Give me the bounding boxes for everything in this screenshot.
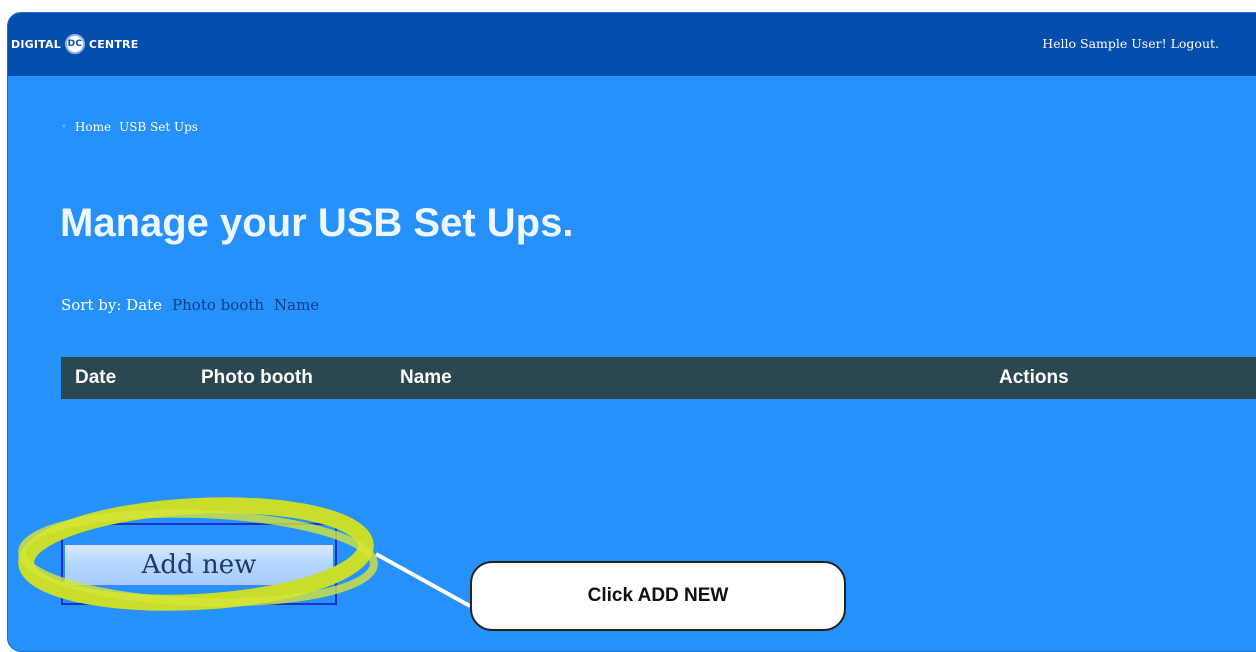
add-new-button[interactable]: Add new	[65, 545, 333, 585]
table-header: Date Photo booth Name Actions	[61, 357, 1256, 399]
column-header-actions: Actions	[999, 367, 1069, 388]
column-header-photo-booth[interactable]: Photo booth	[201, 367, 313, 389]
brand-logo[interactable]: DIGITAL DC CENTRE	[11, 33, 138, 55]
add-new-container: Add new	[61, 523, 337, 605]
app-window: DIGITAL DC CENTRE Hello Sample User! Log…	[7, 12, 1256, 652]
breadcrumb-current: USB Set Ups	[119, 120, 198, 134]
breadcrumb-bullet-icon: •	[61, 121, 67, 133]
column-header-date[interactable]: Date	[75, 367, 116, 389]
logo-text-right: CENTRE	[88, 37, 139, 51]
instruction-callout: Click ADD NEW	[470, 561, 846, 631]
sort-label: Sort by: Date	[61, 296, 163, 314]
sort-by-name-link[interactable]: Name	[274, 296, 319, 314]
column-header-name[interactable]: Name	[400, 367, 452, 389]
breadcrumb: • Home USB Set Ups	[61, 120, 198, 134]
user-greeting-logout-link[interactable]: Hello Sample User! Logout.	[1042, 36, 1219, 51]
sort-bar: Sort by: Date Photo booth Name	[61, 296, 319, 314]
top-bar: DIGITAL DC CENTRE Hello Sample User! Log…	[8, 13, 1256, 76]
page-title: Manage your USB Set Ups.	[60, 201, 574, 245]
logo-text-left: DIGITAL	[11, 37, 61, 51]
sort-by-photo-booth-link[interactable]: Photo booth	[172, 296, 264, 314]
logo-badge-icon: DC	[64, 34, 85, 54]
breadcrumb-home-link[interactable]: Home	[75, 120, 111, 134]
